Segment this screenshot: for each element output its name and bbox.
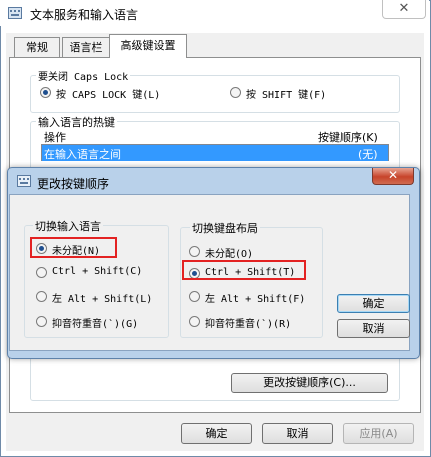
switch-layout-radio-unassigned[interactable] bbox=[189, 246, 200, 257]
switch-language-radio-grave-accent[interactable] bbox=[36, 316, 47, 327]
caps-lock-radio-caps[interactable] bbox=[40, 87, 51, 98]
caps-lock-group-label: 要关闭 Caps Lock bbox=[36, 68, 131, 83]
switch-layout-option-label[interactable]: 抑音符重音(`)(R) bbox=[205, 315, 291, 330]
tab-advanced-key-settings[interactable]: 高级键设置 bbox=[109, 34, 187, 58]
window-close-button[interactable]: ✕ bbox=[382, 0, 426, 19]
switch-language-option-label[interactable]: 左 Alt + Shift(L) bbox=[52, 290, 152, 305]
column-header-sequence[interactable]: 按键顺序(K) bbox=[318, 129, 378, 145]
dialog-cancel-button[interactable]: 取消 bbox=[337, 319, 410, 338]
caps-lock-option-caps-label[interactable]: 按 CAPS LOCK 键(L) bbox=[56, 86, 160, 101]
highlight-box bbox=[182, 260, 306, 280]
apply-button[interactable]: 应用(A) bbox=[343, 423, 414, 444]
switch-language-radio-ctrl-shift[interactable] bbox=[36, 267, 47, 278]
switch-layout-option-label[interactable]: 未分配(O) bbox=[205, 245, 253, 260]
switch-language-option-label[interactable]: Ctrl + Shift(C) bbox=[52, 266, 142, 277]
switch-layout-radio-grave-accent[interactable] bbox=[189, 316, 200, 327]
dialog-close-button[interactable]: ✕ bbox=[372, 168, 414, 185]
dialog-title: 更改按键顺序 bbox=[37, 177, 110, 191]
dialog-ok-button[interactable]: 确定 bbox=[337, 294, 410, 313]
highlight-box bbox=[30, 237, 117, 258]
tab-general[interactable]: 常规 bbox=[14, 37, 60, 57]
switch-language-option-label[interactable]: 抑音符重音(`)(G) bbox=[52, 315, 138, 330]
keyboard-icon bbox=[17, 175, 31, 187]
caps-lock-option-shift-label[interactable]: 按 SHIFT 键(F) bbox=[246, 86, 326, 101]
switch-layout-radio-left-alt-shift[interactable] bbox=[189, 291, 200, 302]
hotkeys-group-label: 输入语言的热键 bbox=[36, 114, 117, 130]
cancel-button[interactable]: 取消 bbox=[262, 423, 333, 444]
change-key-sequence-button[interactable]: 更改按键顺序(C)... bbox=[231, 373, 388, 393]
switch-language-group-label: 切换输入语言 bbox=[33, 218, 103, 234]
caps-lock-radio-shift[interactable] bbox=[230, 87, 241, 98]
keyboard-icon bbox=[8, 7, 22, 19]
window-title: 文本服务和输入语言 bbox=[30, 8, 139, 22]
column-header-action[interactable]: 操作 bbox=[44, 129, 66, 145]
ok-button[interactable]: 确定 bbox=[181, 423, 252, 444]
list-item-sequence: (无) bbox=[358, 148, 378, 161]
list-item[interactable]: 在输入语言之间 (无) bbox=[42, 145, 388, 161]
switch-language-radio-left-alt-shift[interactable] bbox=[36, 291, 47, 302]
tab-language-bar[interactable]: 语言栏 bbox=[62, 37, 110, 57]
switch-layout-group-label: 切换键盘布局 bbox=[190, 220, 260, 236]
list-item-action: 在输入语言之间 bbox=[44, 148, 121, 161]
switch-layout-option-label[interactable]: 左 Alt + Shift(F) bbox=[205, 290, 305, 305]
